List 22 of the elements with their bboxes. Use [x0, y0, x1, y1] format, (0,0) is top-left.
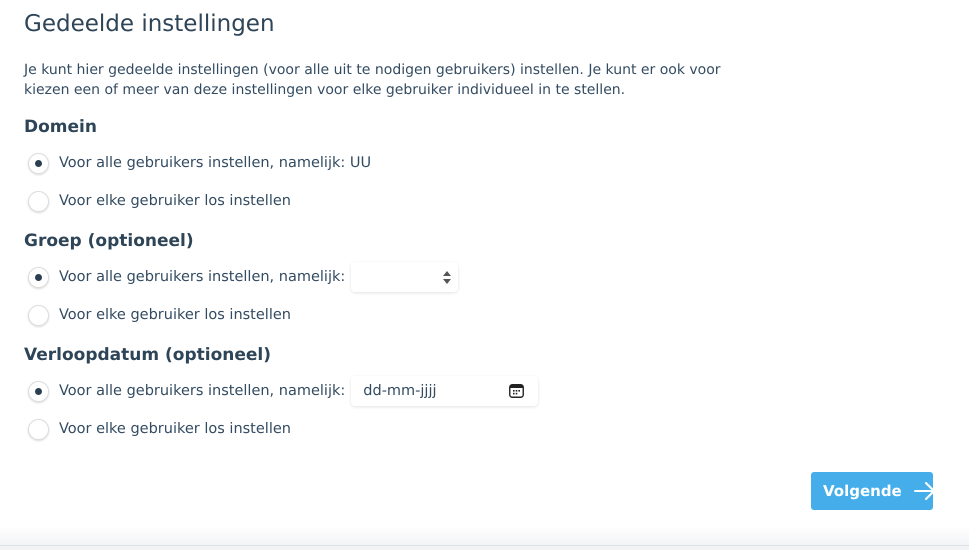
section-heading: Groep (optioneel)	[24, 230, 195, 252]
intro-text: Je kunt hier gedeelde instellingen (voor alle uit te nodigen gebruikers) instellen. Je kunt er ook voor kiezen een of meer van deze instellingen voor elke gebruiker individueel in te stellen.	[24, 61, 722, 100]
option-label: Voor alle gebruikers instellen, namelijk:	[59, 269, 346, 285]
calendar-icon[interactable]	[509, 384, 524, 398]
radio-button[interactable]	[28, 190, 49, 212]
option-label: Voor elke gebruiker los instellen	[59, 307, 291, 323]
page-title: Gedeelde instellingen	[24, 10, 276, 39]
date-field[interactable]: dd-mm-jjjj	[351, 376, 538, 406]
option-label: Voor elke gebruiker los instellen	[59, 421, 291, 437]
radio-button[interactable]	[28, 304, 49, 326]
option-label: Voor alle gebruikers instellen, namelijk:	[59, 383, 346, 399]
option-label: Voor alle gebruikers instellen, namelijk: UU	[59, 155, 372, 171]
section-heading: Domein	[24, 116, 98, 138]
radio-button[interactable]	[28, 266, 49, 288]
option-label: Voor elke gebruiker los instellen	[59, 193, 291, 209]
radio-button[interactable]	[28, 380, 49, 402]
radio-button[interactable]	[28, 152, 49, 174]
arrow-right-icon	[914, 482, 936, 500]
radio-button[interactable]	[28, 418, 49, 440]
next-button[interactable]: Volgende	[811, 472, 933, 510]
section-heading: Verloopdatum (optioneel)	[24, 344, 272, 366]
updown-icon	[442, 270, 452, 284]
